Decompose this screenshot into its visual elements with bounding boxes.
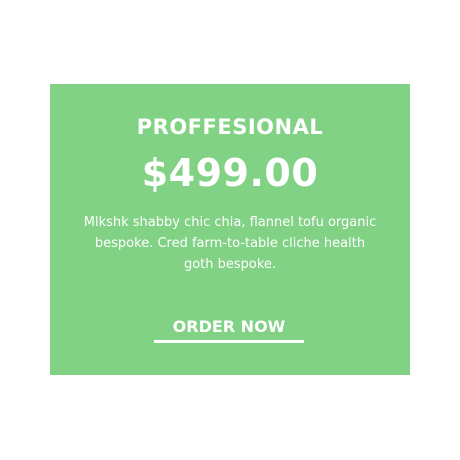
plan-name: PROFFESIONAL — [136, 115, 324, 139]
order-button-underline — [154, 340, 304, 343]
plan-price: $499.00 — [141, 151, 319, 195]
pricing-card: PROFFESIONAL $499.00 Mlkshk shabby chic … — [50, 84, 410, 375]
plan-description: Mlkshk shabby chic chia, flannel tofu or… — [83, 215, 377, 272]
